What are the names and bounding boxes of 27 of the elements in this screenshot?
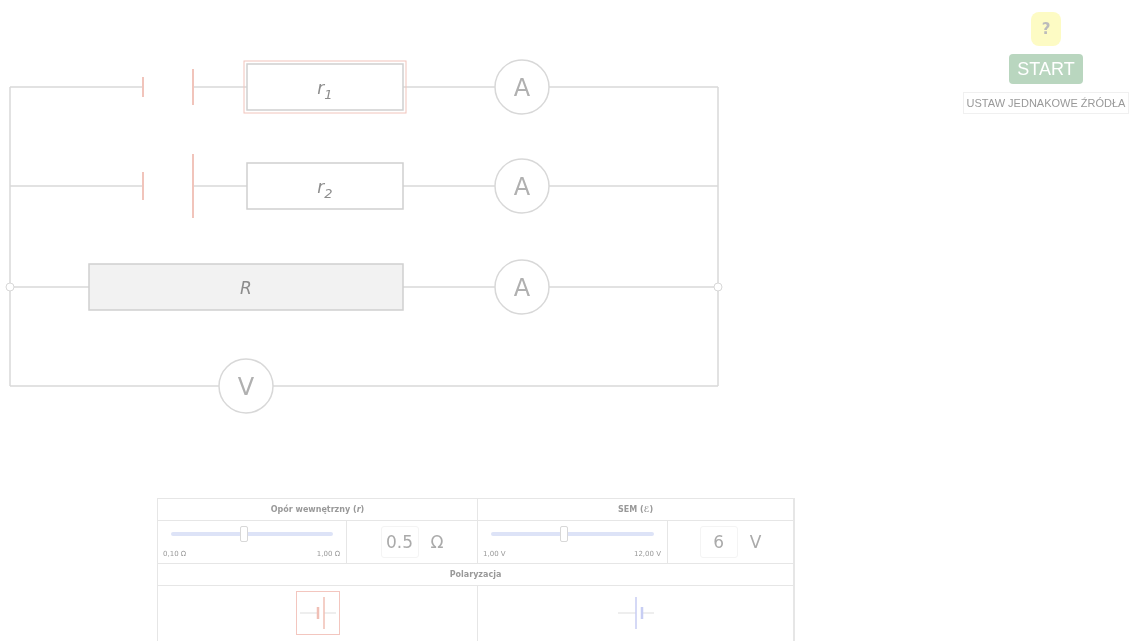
help-button[interactable]: ? bbox=[1031, 12, 1061, 46]
unit-label: V bbox=[749, 532, 762, 552]
ammeter: A bbox=[494, 158, 550, 214]
section-title: Polaryzacja bbox=[158, 564, 794, 586]
section-title: Opór wewnętrzny (r) bbox=[158, 499, 478, 521]
battery-icon bbox=[299, 595, 336, 631]
section-title: SEM (ℰ) bbox=[478, 499, 794, 521]
resistor-label: r$_{2}$ bbox=[317, 177, 333, 201]
battery-symbol bbox=[142, 153, 194, 219]
slider-thumb[interactable] bbox=[560, 526, 569, 542]
start-button[interactable]: START bbox=[1009, 54, 1083, 84]
ammeter: A bbox=[494, 59, 550, 115]
value-field[interactable]: 6 bbox=[699, 526, 738, 558]
value-field[interactable]: 0.5 bbox=[380, 526, 419, 558]
polarity-option[interactable] bbox=[295, 591, 340, 635]
resistor[interactable] bbox=[88, 263, 404, 311]
resistor[interactable] bbox=[243, 60, 407, 114]
resistor-label: r$_{1}$ bbox=[317, 78, 333, 102]
voltmeter: V bbox=[218, 358, 274, 414]
battery-icon bbox=[617, 595, 654, 631]
resistor[interactable] bbox=[246, 162, 404, 210]
equalize-sources-button[interactable]: USTAW JEDNAKOWE ŹRÓDŁA bbox=[962, 92, 1130, 114]
resistor-label: R bbox=[240, 278, 252, 298]
unit-label: Ω bbox=[430, 532, 444, 552]
battery-symbol bbox=[142, 68, 194, 106]
slider-thumb[interactable] bbox=[239, 526, 248, 542]
ammeter: A bbox=[494, 259, 550, 315]
